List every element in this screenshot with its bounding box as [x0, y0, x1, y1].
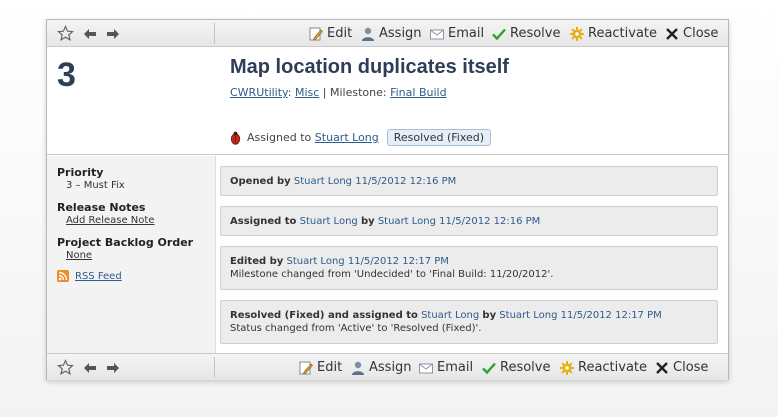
assign-button[interactable]: Assign	[350, 354, 412, 381]
close-button[interactable]: Close	[654, 354, 708, 381]
rss-feed-label[interactable]: RSS Feed	[75, 271, 122, 282]
milestone-label: Milestone:	[330, 86, 387, 99]
assignment-line: Assigned to Stuart Long Resolved (Fixed)	[230, 129, 492, 146]
event-date: 11/5/2012 12:16 PM	[355, 176, 457, 187]
case-title: Map location duplicates itself	[230, 56, 509, 78]
close-x-icon	[654, 360, 670, 376]
event-item: Resolved (Fixed) and assigned to Stuart …	[220, 300, 718, 344]
gear-icon	[569, 26, 585, 42]
reactivate-button[interactable]: Reactivate	[569, 20, 657, 47]
event-user[interactable]: Stuart Long	[286, 256, 344, 267]
reactivate-button[interactable]: Reactivate	[559, 354, 647, 381]
bottom-toolbar: Edit Assign Email Resolve Reactivate Clo…	[47, 353, 728, 380]
bug-icon	[230, 131, 241, 145]
assignee-link[interactable]: Stuart Long	[315, 131, 379, 144]
event-item: Assigned to Stuart Long by Stuart Long 1…	[220, 206, 718, 236]
star-icon[interactable]	[55, 20, 75, 47]
event-date: 11/5/2012 12:16 PM	[439, 216, 541, 227]
priority-label: Priority	[57, 166, 104, 179]
case-sidebar: Priority 3 – Must Fix Release Notes Add …	[47, 156, 216, 353]
top-toolbar: Edit Assign Email Resolve Reactivate Clo…	[47, 20, 728, 47]
case-panel: Edit Assign Email Resolve Reactivate Clo…	[46, 19, 729, 380]
milestone-link[interactable]: Final Build	[390, 86, 446, 99]
gear-icon	[559, 360, 575, 376]
email-button[interactable]: Email	[418, 354, 473, 381]
user-icon	[350, 360, 366, 376]
resolve-button[interactable]: Resolve	[491, 20, 560, 47]
case-number: 3	[57, 56, 76, 94]
pencil-page-icon	[298, 360, 314, 376]
rss-feed-link[interactable]: RSS Feed	[57, 270, 122, 282]
case-header: 3 Map location duplicates itself CWRUtil…	[47, 48, 728, 155]
event-detail: Status changed from 'Active' to 'Resolve…	[230, 323, 482, 334]
checkmark-icon	[491, 26, 507, 42]
backlog-order-value[interactable]: None	[66, 250, 92, 261]
event-date: 11/5/2012 12:17 PM	[347, 256, 449, 267]
checkmark-icon	[481, 360, 497, 376]
release-notes-label: Release Notes	[57, 201, 146, 214]
area-link[interactable]: Misc	[295, 86, 319, 99]
event-date: 11/5/2012 12:17 PM	[560, 310, 662, 321]
event-item: Opened by Stuart Long 11/5/2012 12:16 PM	[220, 166, 718, 196]
envelope-icon	[429, 26, 445, 42]
rss-icon	[57, 270, 69, 282]
pencil-page-icon	[308, 26, 324, 42]
resolve-button[interactable]: Resolve	[481, 354, 550, 381]
envelope-icon	[418, 360, 434, 376]
edit-button[interactable]: Edit	[298, 354, 342, 381]
event-target[interactable]: Stuart Long	[421, 310, 479, 321]
event-target[interactable]: Stuart Long	[300, 216, 358, 227]
arrow-left-icon[interactable]	[80, 20, 100, 47]
event-user[interactable]: Stuart Long	[499, 310, 557, 321]
event-user[interactable]: Stuart Long	[294, 176, 352, 187]
close-button[interactable]: Close	[664, 20, 718, 47]
edit-button[interactable]: Edit	[308, 20, 352, 47]
backlog-order-label: Project Backlog Order	[57, 236, 194, 249]
add-release-note-link[interactable]: Add Release Note	[66, 215, 154, 226]
event-user[interactable]: Stuart Long	[378, 216, 436, 227]
arrow-right-icon[interactable]	[103, 20, 123, 47]
project-link[interactable]: CWRUtility	[230, 86, 288, 99]
assign-button[interactable]: Assign	[360, 20, 422, 47]
toolbar-divider	[214, 357, 215, 378]
close-x-icon	[664, 26, 680, 42]
arrow-left-icon[interactable]	[80, 354, 100, 381]
event-detail: Milestone changed from 'Undecided' to 'F…	[230, 269, 554, 280]
event-item: Edited by Stuart Long 11/5/2012 12:17 PM…	[220, 246, 718, 290]
toolbar-divider	[214, 23, 215, 44]
priority-value[interactable]: 3 – Must Fix	[66, 180, 125, 191]
star-icon[interactable]	[55, 354, 75, 381]
assigned-prefix: Assigned to	[247, 131, 312, 144]
user-icon	[360, 26, 376, 42]
breadcrumb: CWRUtility: Misc | Milestone: Final Buil…	[230, 86, 447, 99]
arrow-right-icon[interactable]	[103, 354, 123, 381]
email-button[interactable]: Email	[429, 20, 484, 47]
status-badge: Resolved (Fixed)	[386, 129, 492, 146]
